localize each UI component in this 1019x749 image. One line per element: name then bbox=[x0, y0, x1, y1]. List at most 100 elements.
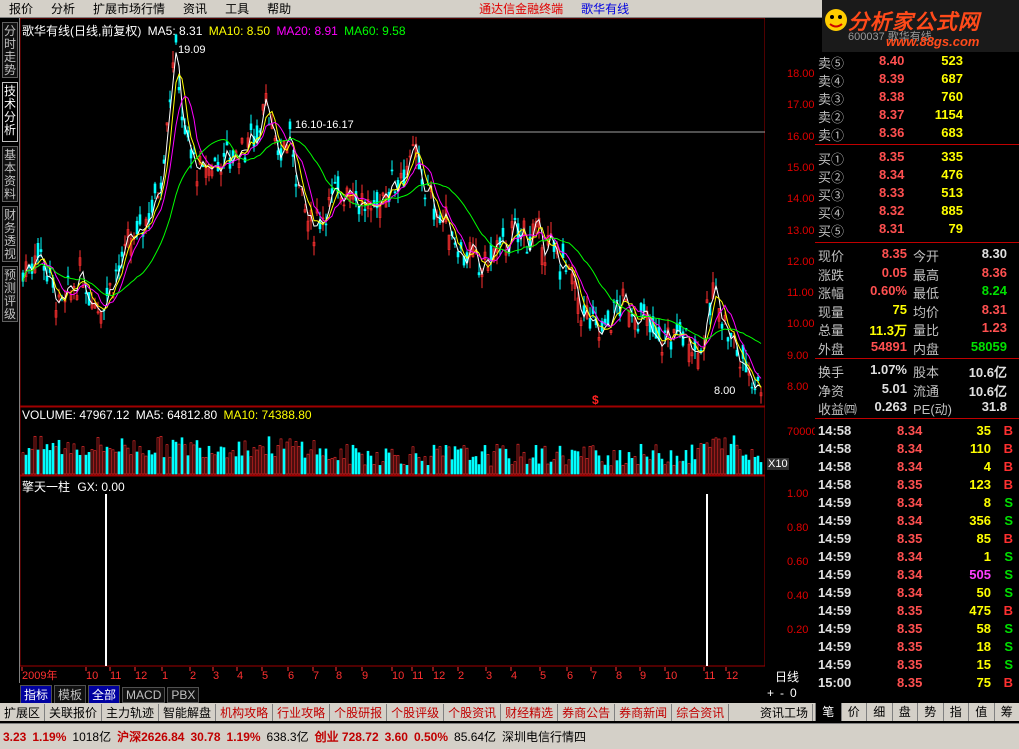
menu-ext-market[interactable]: 扩展市场行情 bbox=[84, 0, 174, 17]
ad-terminal-link[interactable]: 通达信金融终端 bbox=[470, 0, 572, 17]
tick-volume: 110 bbox=[970, 441, 991, 456]
volume-bar bbox=[423, 456, 427, 475]
candle-body bbox=[225, 141, 229, 146]
func-tab[interactable]: 主力轨迹 bbox=[102, 703, 160, 721]
volume-bar bbox=[309, 449, 313, 475]
volume-bar bbox=[486, 454, 490, 475]
candle-body bbox=[138, 214, 142, 225]
volume-bar bbox=[321, 455, 325, 475]
fund-value: 10.6亿 bbox=[968, 365, 1007, 380]
volume-bar bbox=[501, 445, 505, 475]
func-tab[interactable]: 券商公告 bbox=[558, 703, 616, 721]
time-label: 12 bbox=[726, 670, 738, 682]
func-tab[interactable]: 关联报价 bbox=[45, 703, 103, 721]
func-tab[interactable]: 综合资讯 bbox=[672, 703, 730, 721]
menu-quote[interactable]: 报价 bbox=[0, 0, 42, 17]
right-tab[interactable]: 筹 bbox=[993, 703, 1019, 721]
chart-canvas[interactable]: 2009年 10 11 12 1 2 3 4 5 6 7 8 9 10 11 12 2 3 4 5 6 7 8 9 10 11 12… bbox=[20, 18, 765, 683]
volume-tick: 70000 bbox=[787, 426, 818, 438]
quote-label: 内盘 bbox=[913, 341, 940, 357]
tab-all[interactable]: 全部 bbox=[88, 685, 121, 704]
side-tab-intraday[interactable]: 分时走势 bbox=[2, 22, 18, 78]
period-label[interactable]: 日线 bbox=[775, 668, 799, 685]
volume-bar bbox=[180, 437, 184, 475]
func-tab[interactable]: 行业攻略 bbox=[273, 703, 331, 721]
ask-row: 卖① 8.36 683 bbox=[815, 124, 1019, 143]
func-tab[interactable]: 个股资讯 bbox=[444, 703, 502, 721]
func-tab[interactable]: 个股研报 bbox=[330, 703, 388, 721]
volume-bar bbox=[732, 435, 736, 475]
side-tab-rating[interactable]: 预测评级 bbox=[2, 266, 18, 322]
ask-volume: 687 bbox=[941, 71, 963, 86]
zoom-reset-button[interactable]: 0 bbox=[790, 686, 797, 700]
func-tab[interactable]: 券商新闻 bbox=[615, 703, 673, 721]
side-tab-basics[interactable]: 基本资料 bbox=[2, 146, 18, 202]
volume-bars bbox=[21, 435, 763, 475]
volume-bar bbox=[369, 455, 373, 475]
divider bbox=[815, 144, 1019, 145]
volume-bar bbox=[135, 451, 139, 475]
tick-price: 8.34 bbox=[897, 549, 923, 564]
candle-body bbox=[501, 227, 505, 237]
menu-help[interactable]: 帮助 bbox=[258, 0, 300, 17]
ad-stock-link[interactable]: 歌华有线 bbox=[572, 0, 638, 17]
candle-body bbox=[513, 217, 517, 221]
menu-tools[interactable]: 工具 bbox=[216, 0, 258, 17]
tab-pbx[interactable]: PBX bbox=[167, 686, 200, 703]
tab-indicator[interactable]: 指标 bbox=[20, 685, 53, 704]
func-tab[interactable]: 机构攻略 bbox=[216, 703, 274, 721]
right-tab[interactable]: 价 bbox=[840, 703, 867, 721]
time-label: 11 bbox=[704, 670, 715, 682]
right-tab[interactable]: 盘 bbox=[891, 703, 918, 721]
volume-bar bbox=[600, 461, 604, 475]
ask-price: 8.38 bbox=[879, 89, 905, 104]
candle-body bbox=[222, 153, 226, 157]
volume-bar bbox=[633, 456, 637, 475]
volume-bar bbox=[258, 444, 262, 475]
tab-template[interactable]: 模板 bbox=[54, 685, 87, 704]
tick-price: 8.34 bbox=[897, 459, 923, 474]
tick-price: 8.34 bbox=[897, 495, 923, 510]
candle-body bbox=[363, 208, 367, 211]
volume-bar bbox=[243, 440, 247, 475]
zoom-out-button[interactable]: - bbox=[780, 686, 784, 700]
func-tab-info-workshop[interactable]: 资讯工场 bbox=[756, 703, 813, 721]
tick-price: 8.34 bbox=[897, 423, 923, 438]
volume-bar bbox=[39, 435, 43, 475]
right-tab[interactable]: 势 bbox=[917, 703, 943, 721]
tick-time: 15:00 bbox=[818, 675, 852, 690]
ma20-value: MA20: 8.91 bbox=[276, 24, 338, 38]
func-tab[interactable]: 扩展区 bbox=[0, 703, 46, 721]
func-tab[interactable]: 个股评级 bbox=[387, 703, 445, 721]
volume-bar bbox=[582, 446, 586, 475]
right-tab[interactable]: 笔 bbox=[815, 703, 841, 721]
ask-volume: 760 bbox=[941, 89, 963, 104]
tick-row: 14:59 8.34 356 S bbox=[815, 512, 1019, 530]
time-axis: 2009年 10 11 12 1 2 3 4 5 6 7 8 9 10 11 12 2 3 4 5 6 7 8 9 10 11 12 bbox=[20, 667, 765, 683]
tick-row: 14:59 8.34 1 S bbox=[815, 548, 1019, 566]
right-tab[interactable]: 指 bbox=[942, 703, 969, 721]
volume-bar bbox=[597, 455, 601, 475]
volume-bar bbox=[192, 444, 196, 475]
side-tab-technical[interactable]: 技术分析 bbox=[2, 82, 18, 142]
volume-bar bbox=[45, 444, 49, 475]
volume-bar bbox=[87, 452, 91, 475]
func-tab[interactable]: 智能解盘 bbox=[159, 703, 217, 721]
right-tab[interactable]: 细 bbox=[866, 703, 892, 721]
volume-bar bbox=[663, 464, 667, 475]
menu-news[interactable]: 资讯 bbox=[174, 0, 216, 17]
right-tab[interactable]: 值 bbox=[968, 703, 994, 721]
candle-body bbox=[324, 223, 328, 226]
chart-panel[interactable]: 2009年 10 11 12 1 2 3 4 5 6 7 8 9 10 11 12 2 3 4 5 6 7 8 9 10 11 12… bbox=[20, 18, 765, 683]
candle-body bbox=[36, 242, 40, 258]
stock-name: 歌华有线(日线,前复权) bbox=[22, 24, 142, 38]
volume-bar bbox=[171, 439, 175, 475]
kline-candles bbox=[21, 33, 763, 404]
volume-bar bbox=[354, 448, 358, 475]
side-tab-finance[interactable]: 财务透视 bbox=[2, 206, 18, 262]
tab-macd[interactable]: MACD bbox=[122, 686, 166, 703]
menu-analysis[interactable]: 分析 bbox=[42, 0, 84, 17]
volume-bar bbox=[216, 451, 220, 475]
func-tab[interactable]: 财经精选 bbox=[501, 703, 559, 721]
zoom-in-button[interactable]: + bbox=[767, 686, 774, 700]
